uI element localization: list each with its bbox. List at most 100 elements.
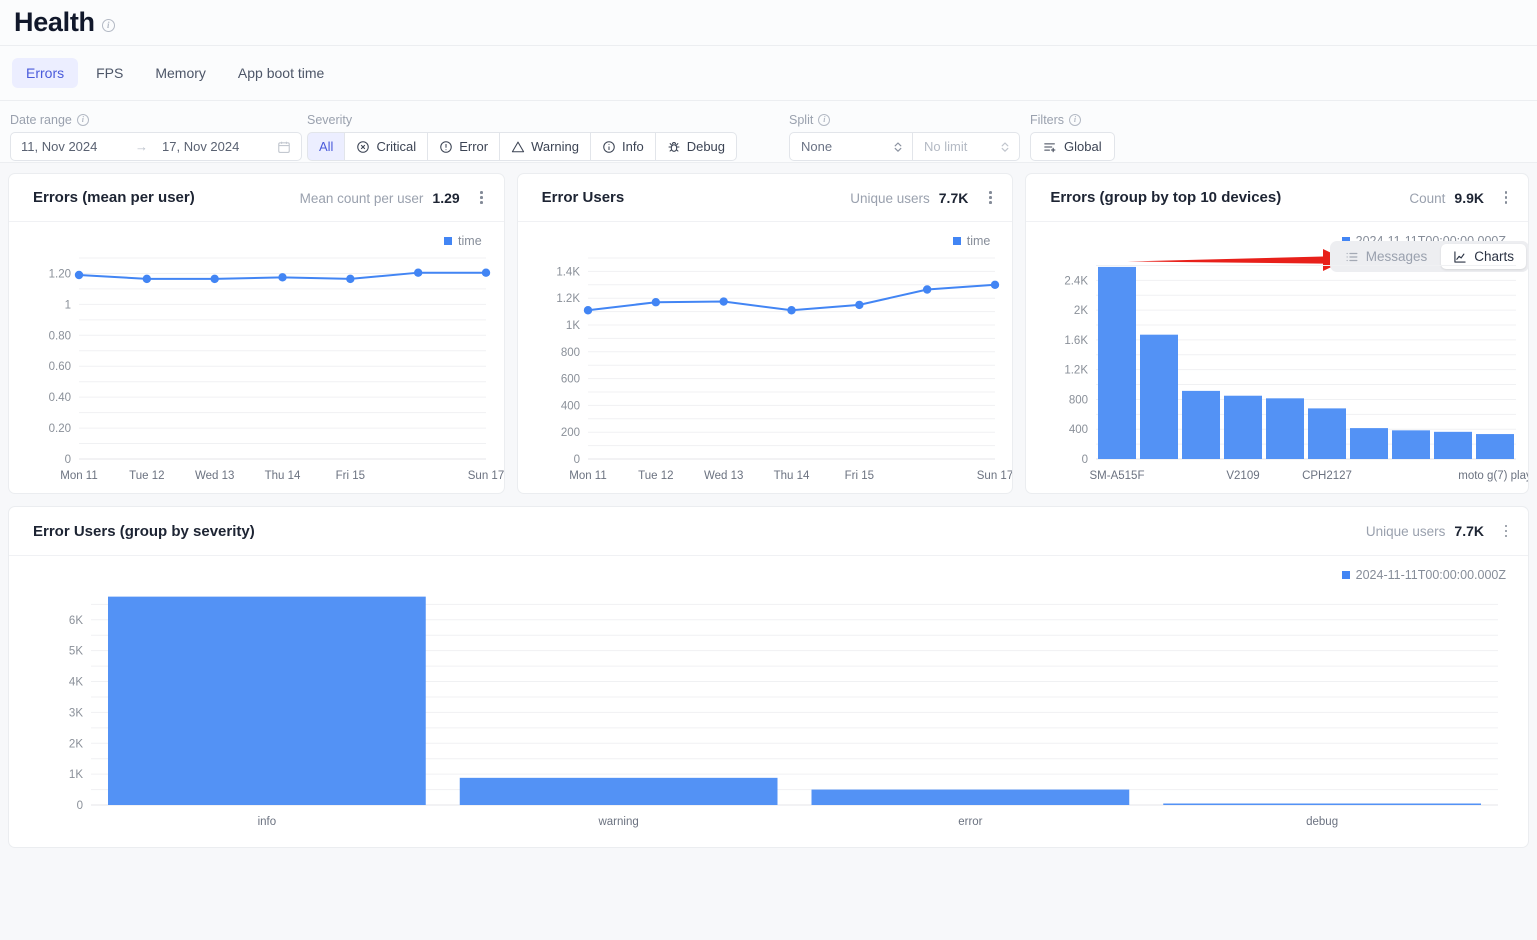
svg-text:moto g(7) play: moto g(7) play [1459, 470, 1529, 482]
severity-option-critical[interactable]: Critical [345, 132, 429, 161]
severity-option-debug[interactable]: Debug [655, 132, 738, 161]
split-select[interactable]: None [789, 132, 913, 161]
chart-plot-area[interactable]: 0 1K 2K 3K 4K 5K 6K info warning error debug [9, 582, 1528, 847]
bar-chart-errors-by-device[interactable]: 0 400 800 1.2K 1.6K 2K 2.4K SM-A515F V2109 CPH212… [1026, 248, 1528, 493]
critical-icon [357, 140, 370, 153]
svg-text:0.20: 0.20 [49, 423, 71, 435]
card-metric: Count 9.9K [1409, 190, 1484, 206]
svg-text:0.80: 0.80 [49, 330, 71, 342]
severity-option-error[interactable]: Error [428, 132, 501, 161]
chart-plot-area[interactable]: 0 400 800 1.2K 1.6K 2K 2.4K SM-A515F V2109 CPH212… [1026, 248, 1528, 493]
severity-option-warning[interactable]: Warning [500, 132, 592, 161]
card-title: Error Users [541, 189, 625, 206]
filters-label: Filters [1030, 112, 1065, 127]
legend-label: time [966, 234, 991, 248]
card-title: Errors (mean per user) [33, 189, 195, 206]
split-group: Split i None No limit [789, 112, 1020, 161]
filters-group: Filters i Global [1030, 112, 1115, 161]
svg-text:1.2K: 1.2K [1065, 365, 1089, 377]
line-chart-errors-mean[interactable]: 0 0.20 0.40 0.60 0.80 1 1.20 Mon 11 Tue 12 Wed 13… [9, 248, 504, 493]
svg-text:400: 400 [560, 400, 579, 412]
card-header: Error Users Unique users 7.7K [517, 174, 1013, 222]
svg-text:0: 0 [573, 454, 579, 466]
tab-fps[interactable]: FPS [82, 58, 137, 88]
bar-chart-error-users-by-severity[interactable]: 0 1K 2K 3K 4K 5K 6K info warning error debug [9, 582, 1528, 847]
svg-text:1.20: 1.20 [49, 268, 71, 280]
error-icon [440, 140, 452, 153]
date-range-arrow: → [135, 139, 149, 154]
split-select-value: None [801, 139, 833, 154]
severity-option-label: Error [459, 139, 489, 154]
svg-text:Wed 13: Wed 13 [704, 470, 743, 482]
metric-label: Unique users [1365, 524, 1446, 539]
chart-legend: time [9, 222, 504, 248]
svg-text:error: error [958, 816, 982, 828]
card-error-users: Error Users Unique users 7.7K time 0 200 4… [516, 173, 1014, 494]
filters-label-row: Filters i [1030, 112, 1115, 127]
legend-swatch [444, 237, 453, 245]
svg-text:1.2K: 1.2K [556, 293, 580, 305]
svg-text:0: 0 [1082, 454, 1088, 466]
tab-memory[interactable]: Memory [141, 58, 220, 88]
metric-label: Mean count per user [299, 190, 424, 206]
svg-text:Mon 11: Mon 11 [569, 470, 607, 482]
svg-text:0.60: 0.60 [49, 361, 71, 373]
calendar-icon[interactable] [277, 140, 291, 154]
card-metric: Unique users 7.7K [1366, 523, 1484, 539]
info-icon[interactable]: i [76, 113, 89, 126]
line-chart-error-users[interactable]: 0 200 400 600 800 1K 1.2K 1.4K Mon 11 Tue 12 Wed 1… [518, 248, 1013, 493]
card-metric: Mean count per user 1.29 [300, 190, 460, 206]
kebab-menu-icon[interactable] [982, 188, 998, 208]
date-range-label: Date range [10, 112, 72, 127]
card-header: Error Users (group by severity) Unique u… [9, 507, 1528, 556]
tab-errors[interactable]: Errors [12, 58, 79, 88]
metric-value: 7.7K [938, 189, 969, 206]
svg-text:0: 0 [65, 454, 71, 466]
severity-option-label: Warning [531, 139, 580, 154]
svg-text:warning: warning [597, 816, 638, 828]
card-errors-by-device: Errors (group by top 10 devices) Count 9… [1025, 173, 1529, 494]
info-icon[interactable]: i [818, 113, 831, 126]
kebab-menu-icon[interactable] [1498, 188, 1514, 208]
chevron-updown-icon [1001, 141, 1009, 152]
date-range-input[interactable]: 11, Nov 2024 → 17, Nov 2024 [10, 132, 302, 161]
global-filter-button[interactable]: Global [1030, 132, 1115, 161]
svg-text:3K: 3K [69, 707, 83, 719]
svg-text:0.40: 0.40 [49, 392, 71, 404]
svg-text:Mon 11: Mon 11 [60, 470, 98, 482]
card-error-users-by-severity: Error Users (group by severity) Unique u… [8, 506, 1529, 848]
info-icon[interactable]: i [101, 18, 115, 32]
svg-text:1K: 1K [69, 769, 83, 781]
severity-option-all[interactable]: All [307, 132, 346, 161]
svg-text:Sun 17: Sun 17 [468, 470, 504, 482]
metric-value: 7.7K [1454, 523, 1484, 539]
chart-plot-area[interactable]: 0 0.20 0.40 0.60 0.80 1 1.20 Mon 11 Tue 12 Wed 13… [9, 248, 504, 493]
page-title: Health [14, 7, 95, 37]
tab-app-boot-time[interactable]: App boot time [224, 58, 338, 88]
split-limit-select[interactable]: No limit [913, 132, 1020, 161]
svg-text:1.4K: 1.4K [556, 266, 580, 278]
svg-text:800: 800 [1069, 394, 1088, 406]
filter-toolbar: Date range i 11, Nov 2024 → 17, Nov 2024… [0, 101, 1537, 272]
legend-label: 2024-11-11T00:00:00.000Z [1355, 568, 1506, 582]
card-errors-mean-per-user: Errors (mean per user) Mean count per us… [8, 173, 505, 494]
metric-value: 1.29 [432, 189, 460, 206]
chart-plot-area[interactable]: 0 200 400 600 800 1K 1.2K 1.4K Mon 11 Tue 12 Wed 1… [518, 248, 1013, 493]
date-range-start: 11, Nov 2024 [21, 139, 98, 154]
severity-option-info[interactable]: Info [591, 132, 656, 161]
metric-label: Count [1409, 190, 1446, 206]
svg-text:1.6K: 1.6K [1065, 335, 1089, 347]
svg-text:Fri 15: Fri 15 [336, 470, 365, 482]
page-header: Health i [0, 0, 1537, 46]
svg-text:Wed 13: Wed 13 [195, 470, 234, 482]
kebab-menu-icon[interactable] [474, 188, 490, 208]
legend-swatch [952, 237, 961, 245]
svg-text:5K: 5K [69, 646, 83, 658]
svg-text:info: info [258, 816, 277, 828]
svg-text:2K: 2K [69, 738, 83, 750]
svg-text:0: 0 [77, 800, 83, 812]
kebab-menu-icon[interactable] [1498, 521, 1514, 541]
severity-option-label: Critical [376, 139, 417, 154]
date-range-label-row: Date range i [10, 112, 302, 127]
info-icon[interactable]: i [1069, 113, 1082, 126]
